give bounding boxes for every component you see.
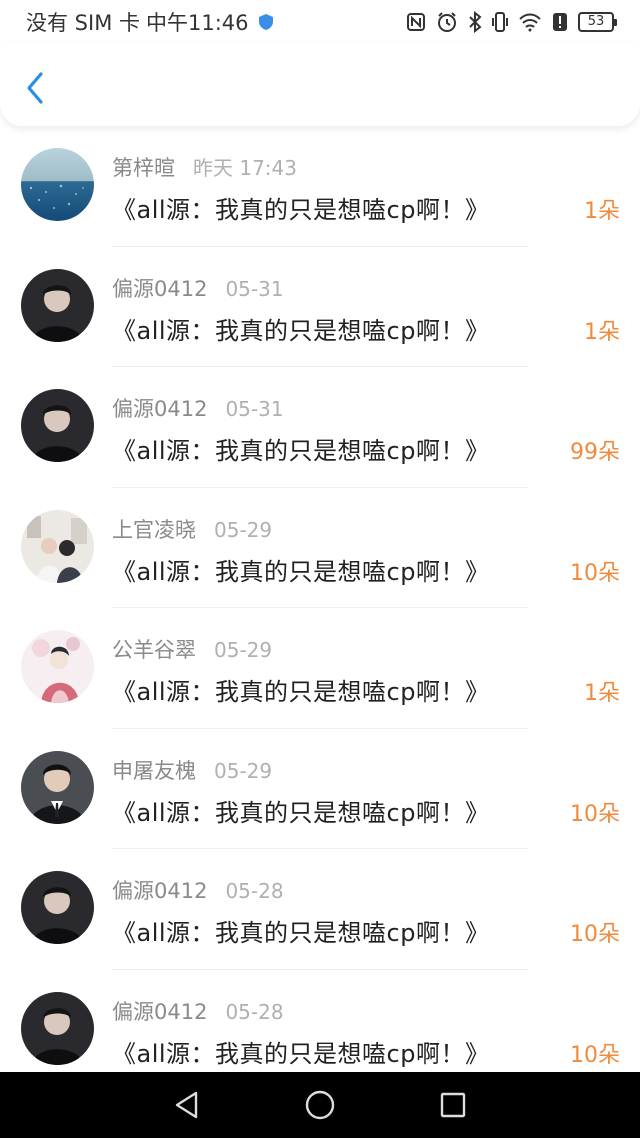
alert-icon: [553, 13, 567, 31]
avatar[interactable]: [21, 991, 94, 1065]
work-title[interactable]: 《all源：我真的只是想嗑cp啊！》: [112, 793, 489, 828]
user-name[interactable]: 公羊谷翠: [112, 634, 196, 664]
user-name[interactable]: 偏源0412: [112, 273, 207, 303]
system-nav-bar: [0, 1072, 640, 1138]
user-name[interactable]: 申屠友槐: [112, 755, 196, 785]
carrier-text: 没有 SIM 卡: [26, 11, 140, 35]
avatar[interactable]: [21, 148, 94, 221]
vibrate-icon: [492, 12, 508, 32]
item-meta: 偏源0412 05-31: [112, 393, 284, 423]
gift-count: 1朵: [584, 199, 620, 224]
item-meta: 偏源0412 05-28: [112, 996, 284, 1026]
avatar[interactable]: [21, 630, 94, 703]
item-date: 05-29: [214, 638, 273, 662]
list-item[interactable]: 偏源0412 05-28 《all源：我真的只是想嗑cp啊！》 10朵: [0, 970, 640, 1073]
battery-indicator: 53: [578, 12, 617, 32]
item-meta: 第梓暄 昨天 17:43: [112, 152, 297, 182]
list-item[interactable]: 偏源0412 05-31 《all源：我真的只是想嗑cp啊！》 1朵: [0, 247, 640, 367]
time-text: 中午11:46: [146, 11, 249, 35]
alarm-icon: [438, 12, 456, 32]
gift-count: 10朵: [570, 560, 620, 586]
list-item[interactable]: 第梓暄 昨天 17:43 《all源：我真的只是想嗑cp啊！》 1朵: [0, 126, 640, 247]
avatar[interactable]: [21, 750, 94, 824]
gift-count: 10朵: [570, 922, 620, 947]
list-item[interactable]: 上官凌晓 05-29 《all源：我真的只是想嗑cp啊！》 10朵: [0, 488, 640, 608]
work-title[interactable]: 《all源：我真的只是想嗑cp啊！》: [112, 311, 489, 346]
status-left: 没有 SIM 卡 中午11:46: [26, 7, 273, 37]
item-meta: 公羊谷翠 05-29: [112, 634, 272, 664]
home-circle-icon: [305, 1090, 335, 1120]
list-item[interactable]: 公羊谷翠 05-29 《all源：我真的只是想嗑cp啊！》 1朵: [0, 608, 640, 729]
item-meta: 上官凌晓 05-29: [112, 514, 272, 544]
item-date: 05-31: [225, 397, 284, 421]
back-button[interactable]: [18, 68, 52, 108]
gift-count: 99朵: [570, 440, 620, 465]
user-name[interactable]: 偏源0412: [112, 875, 207, 905]
nav-home-button[interactable]: [300, 1085, 340, 1125]
item-date: 05-31: [225, 276, 284, 301]
gift-count: 10朵: [570, 1042, 620, 1068]
item-date: 05-29: [214, 517, 273, 542]
item-date: 05-28: [225, 999, 284, 1024]
user-name[interactable]: 第梓暄: [112, 152, 175, 182]
nav-back-button[interactable]: [167, 1085, 207, 1125]
list-item[interactable]: 偏源0412 05-28 《all源：我真的只是想嗑cp啊！》 10朵: [0, 849, 640, 970]
list-item[interactable]: 申屠友槐 05-29 《all源：我真的只是想嗑cp啊！》 10朵: [0, 729, 640, 849]
avatar[interactable]: [21, 389, 94, 462]
gift-count: 10朵: [570, 801, 620, 827]
status-bar: 没有 SIM 卡 中午11:46 53: [0, 0, 640, 44]
work-title[interactable]: 《all源：我真的只是想嗑cp啊！》: [112, 672, 489, 707]
gift-record-list: 第梓暄 昨天 17:43 《all源：我真的只是想嗑cp啊！》 1朵 偏源041…: [0, 126, 640, 1072]
avatar[interactable]: [21, 268, 94, 342]
item-date: 05-28: [225, 879, 284, 903]
item-date: 昨天 17:43: [193, 156, 297, 180]
shield-icon: [258, 14, 273, 30]
work-title[interactable]: 《all源：我真的只是想嗑cp啊！》: [112, 552, 489, 587]
item-meta: 偏源0412 05-31: [112, 273, 284, 303]
status-right: 53: [406, 11, 617, 33]
nfc-icon: [407, 13, 425, 31]
avatar[interactable]: [21, 509, 94, 583]
chevron-left-icon: [27, 72, 43, 104]
user-name[interactable]: 偏源0412: [112, 996, 207, 1026]
wifi-icon: [519, 13, 541, 32]
bluetooth-icon: [469, 11, 482, 33]
gift-count: 1朵: [584, 319, 620, 345]
item-meta: 申屠友槐 05-29: [112, 755, 272, 785]
work-title[interactable]: 《all源：我真的只是想嗑cp啊！》: [112, 1034, 489, 1069]
item-date: 05-29: [214, 758, 273, 783]
work-title[interactable]: 《all源：我真的只是想嗑cp啊！》: [112, 913, 489, 948]
gift-count: 1朵: [584, 681, 620, 706]
item-meta: 偏源0412 05-28: [112, 875, 284, 905]
list-item[interactable]: 偏源0412 05-31 《all源：我真的只是想嗑cp啊！》 99朵: [0, 367, 640, 488]
header: [0, 44, 640, 126]
user-name[interactable]: 上官凌晓: [112, 514, 196, 544]
user-name[interactable]: 偏源0412: [112, 393, 207, 423]
recents-square-icon: [441, 1092, 466, 1118]
work-title[interactable]: 《all源：我真的只是想嗑cp啊！》: [112, 190, 489, 225]
avatar[interactable]: [21, 871, 94, 944]
nav-recents-button[interactable]: [433, 1085, 473, 1125]
work-title[interactable]: 《all源：我真的只是想嗑cp啊！》: [112, 431, 489, 466]
back-triangle-icon: [175, 1091, 197, 1119]
